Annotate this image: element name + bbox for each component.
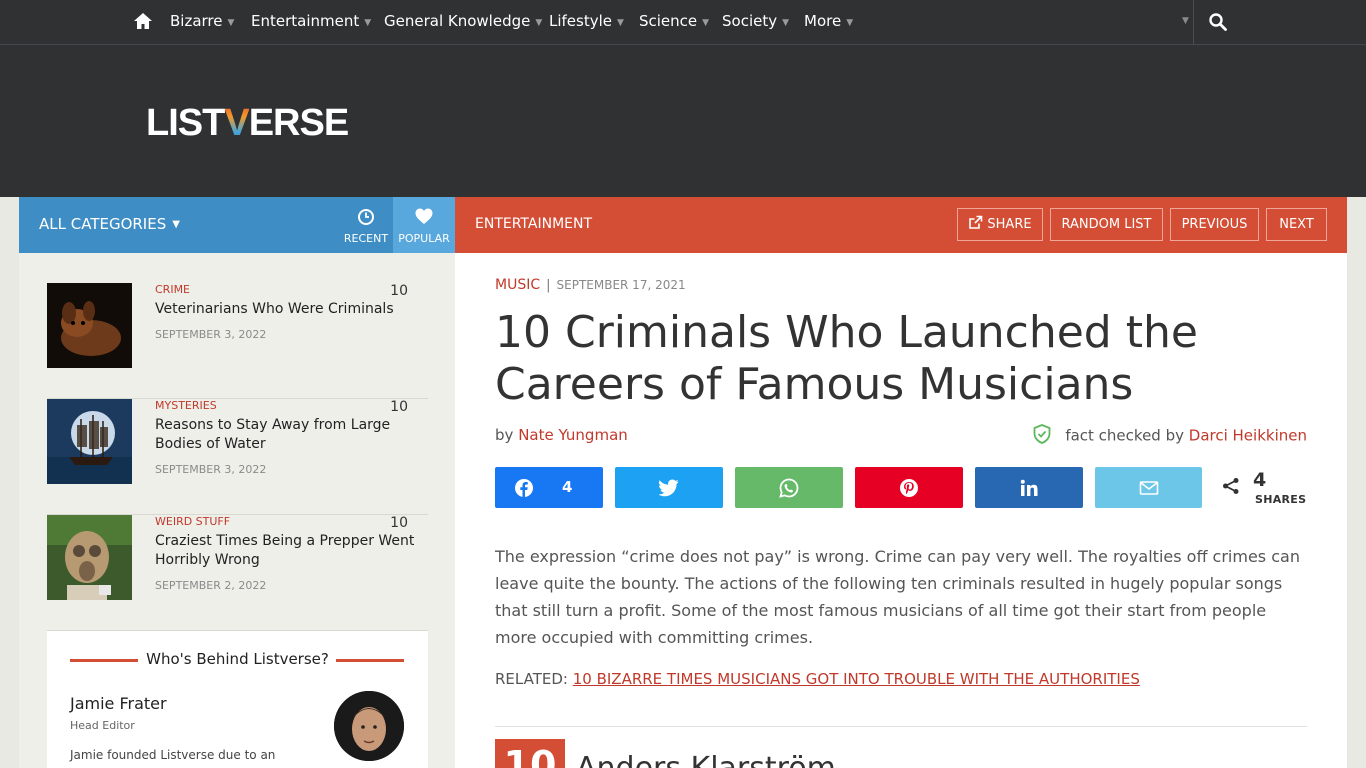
gas-mask-thumbnail[interactable] — [47, 515, 132, 600]
share-total: 4 SHARES — [1222, 469, 1306, 509]
sidebar-item-category[interactable]: MYSTERIES — [155, 399, 217, 412]
twitter-share-button[interactable] — [615, 467, 723, 508]
clock-icon — [358, 209, 374, 225]
sidebar-item-category[interactable]: WEIRD STUFF — [155, 515, 230, 528]
article-meta: MUSIC | SEPTEMBER 17, 2021 — [495, 277, 686, 293]
sidebar-item-title[interactable]: Craziest Times Being a Prepper Went Horr… — [155, 532, 420, 570]
chevron-down-icon[interactable]: ▼ — [1182, 0, 1189, 43]
about-card-title: Who's Behind Listverse? — [146, 650, 329, 668]
external-share-icon — [969, 215, 983, 229]
chevron-down-icon: ▼ — [702, 18, 710, 28]
recent-label: RECENT — [343, 232, 389, 245]
sidebar-list-item[interactable]: CRIME 10 Veterinarians Who Were Criminal… — [47, 283, 428, 399]
editor-description: Jamie founded Listverse due to an — [70, 748, 276, 762]
sidebar-item-category[interactable]: CRIME — [155, 283, 190, 296]
email-share-button[interactable] — [1095, 467, 1202, 508]
nav-item-general-knowledge[interactable]: General Knowledge ▼ — [384, 0, 542, 44]
fact-check: fact checked by Darci Heikkinen — [1033, 424, 1307, 446]
article-toolbar: ENTERTAINMENT SHARE RANDOM LIST PREVIOUS… — [455, 197, 1347, 253]
whatsapp-share-button[interactable] — [735, 467, 843, 508]
all-categories-button[interactable]: ALL CATEGORIES ▼ — [39, 197, 180, 254]
site-logo[interactable]: LISTVERSE — [146, 103, 349, 143]
nav-item-entertainment[interactable]: Entertainment ▼ — [251, 0, 371, 44]
recent-tab[interactable]: RECENT — [339, 197, 393, 253]
sidebar-item-count: 10 — [390, 399, 408, 415]
ship-thumbnail[interactable] — [47, 399, 132, 484]
share-total-count: 4 — [1253, 469, 1267, 491]
sidebar-list-item[interactable]: MYSTERIES 10 Reasons to Stay Away from L… — [47, 399, 428, 515]
editor-role: Head Editor — [70, 719, 135, 732]
sidebar-item-count: 10 — [390, 515, 408, 531]
facebook-share-count: 4 — [562, 478, 573, 496]
pinterest-icon — [900, 478, 918, 497]
byline: by Nate Yungman — [495, 426, 628, 444]
shield-check-icon — [1033, 424, 1050, 444]
sidebar-item-date: SEPTEMBER 3, 2022 — [155, 463, 267, 476]
chevron-down-icon: ▼ — [617, 18, 624, 28]
facebook-share-button[interactable]: 4 — [495, 467, 603, 508]
article-title: 10 Criminals Who Launched the Careers of… — [495, 307, 1198, 410]
nav-item-science[interactable]: Science ▼ — [639, 0, 709, 44]
share-nodes-icon — [1223, 478, 1239, 494]
previous-button[interactable]: PREVIOUS — [1170, 208, 1259, 241]
next-button[interactable]: NEXT — [1266, 208, 1327, 241]
sidebar-item-title[interactable]: Reasons to Stay Away from Large Bodies o… — [155, 416, 420, 454]
entry-title: Anders Klarström — [576, 751, 836, 768]
fact-checker-link[interactable]: Darci Heikkinen — [1189, 427, 1307, 445]
current-category[interactable]: ENTERTAINMENT — [475, 197, 592, 251]
linkedin-share-button[interactable] — [975, 467, 1083, 508]
popular-tab[interactable]: POPULAR — [393, 197, 455, 253]
divider — [495, 726, 1307, 727]
about-card: Who's Behind Listverse? Jamie Frater Hea… — [47, 631, 428, 768]
chevron-down-icon: ▼ — [782, 18, 790, 28]
nav-item-society[interactable]: Society ▼ — [722, 0, 789, 44]
chevron-down-icon: ▼ — [846, 18, 854, 28]
related-label: RELATED: — [495, 670, 568, 688]
nav-item-lifestyle[interactable]: Lifestyle ▼ — [549, 0, 624, 44]
byline-prefix: by — [495, 426, 514, 444]
facebook-icon — [515, 478, 533, 497]
share-button[interactable]: SHARE — [957, 208, 1043, 241]
related-link-block: RELATED: 10 BIZARRE TIMES MUSICIANS GOT … — [495, 670, 1140, 688]
whatsapp-icon — [779, 478, 799, 498]
article-intro: The expression “crime does not pay” is w… — [495, 547, 1300, 647]
editor-name: Jamie Frater — [70, 694, 167, 713]
chevron-down-icon: ▼ — [364, 18, 372, 28]
avatar — [334, 691, 404, 761]
twitter-icon — [659, 479, 679, 496]
popular-label: POPULAR — [398, 232, 450, 245]
share-total-label: SHARES — [1255, 493, 1307, 506]
fact-check-label: fact checked by — [1065, 426, 1184, 445]
sidebar-list-item[interactable]: WEIRD STUFF 10 Craziest Times Being a Pr… — [47, 515, 428, 631]
masthead: LISTVERSE — [0, 45, 1366, 197]
search-icon[interactable] — [1208, 12, 1228, 32]
sidebar-item-count: 10 — [390, 283, 408, 299]
pinterest-share-button[interactable] — [855, 467, 963, 508]
linkedin-icon — [1020, 479, 1038, 496]
author-link[interactable]: Nate Yungman — [518, 426, 628, 444]
chevron-down-icon: ▼ — [535, 18, 543, 28]
entry-number-badge: 10 — [495, 739, 565, 768]
heart-icon — [415, 208, 433, 224]
chevron-down-icon: ▼ — [172, 219, 180, 230]
mail-icon — [1139, 480, 1158, 495]
article-main: MUSIC | SEPTEMBER 17, 2021 10 Criminals Wh… — [455, 253, 1347, 768]
related-article-link[interactable]: 10 BIZARRE TIMES MUSICIANS GOT INTO TROU… — [573, 670, 1140, 688]
category-bar: ALL CATEGORIES ▼ RECENT POPULAR — [19, 197, 455, 253]
article-date: SEPTEMBER 17, 2021 — [556, 278, 686, 292]
chevron-down-icon: ▼ — [227, 18, 235, 28]
nav-item-more[interactable]: More ▼ — [804, 0, 853, 44]
sidebar-item-date: SEPTEMBER 2, 2022 — [155, 579, 267, 592]
home-icon[interactable] — [133, 11, 153, 31]
top-nav: Bizarre ▼ Entertainment ▼ General Knowledg… — [0, 0, 1366, 45]
dog-thumbnail[interactable] — [47, 283, 132, 368]
nav-item-bizarre[interactable]: Bizarre ▼ — [170, 0, 234, 44]
sidebar: CRIME 10 Veterinarians Who Were Criminal… — [19, 253, 455, 768]
sidebar-item-title[interactable]: Veterinarians Who Were Criminals — [155, 300, 420, 319]
random-list-button[interactable]: RANDOM LIST — [1050, 208, 1163, 241]
sidebar-item-date: SEPTEMBER 3, 2022 — [155, 328, 267, 341]
meta-divider: | — [546, 278, 551, 293]
article-category[interactable]: MUSIC — [495, 277, 540, 293]
nav-divider — [1193, 0, 1194, 45]
